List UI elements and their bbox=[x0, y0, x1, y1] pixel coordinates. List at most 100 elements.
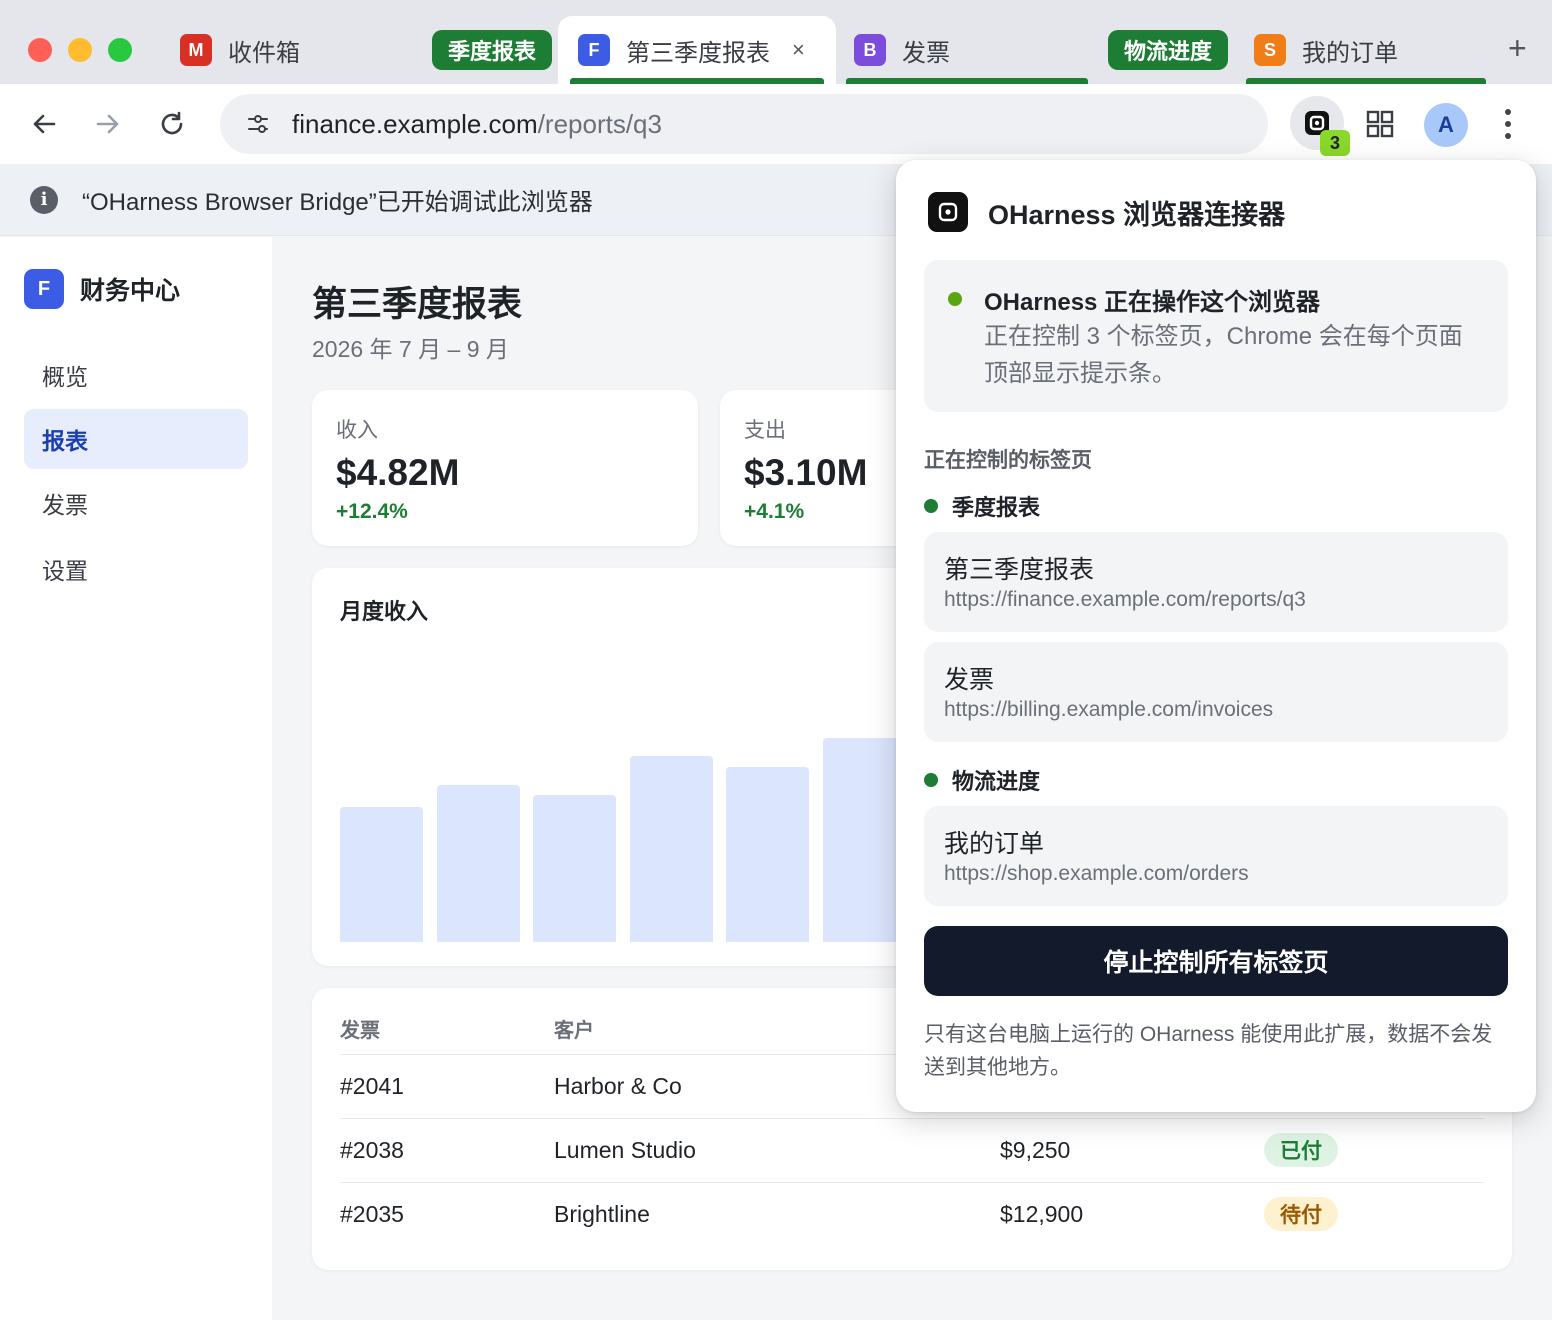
site-settings-icon bbox=[248, 115, 268, 133]
status-description: 正在控制 3 个标签页，Chrome 会在每个页面顶部显示提示条。 bbox=[984, 323, 1463, 387]
invoice-customer: Harbor & Co bbox=[554, 1073, 682, 1099]
mail-favicon-icon: M bbox=[180, 34, 212, 66]
dot bbox=[1505, 121, 1511, 127]
close-window-button[interactable] bbox=[28, 38, 52, 62]
browser-toolbar: finance.example.com/reports/q3 3 A bbox=[0, 84, 1552, 164]
arrow-left-icon bbox=[33, 114, 56, 134]
dot bbox=[1505, 133, 1511, 139]
column-header-invoice: 发票 bbox=[340, 1020, 380, 1042]
sidebar-item-invoices[interactable]: 发票 bbox=[24, 473, 248, 533]
tab-title: 发票 bbox=[902, 39, 950, 67]
invoice-customer: Brightline bbox=[554, 1201, 650, 1227]
invoice-amount: $9,250 bbox=[1000, 1137, 1071, 1163]
oharness-extension-popup: OHarness 浏览器连接器 OHarness 正在操作这个浏览器 正在控制 … bbox=[896, 160, 1536, 1112]
chart-bar bbox=[726, 767, 809, 942]
back-button[interactable] bbox=[24, 104, 64, 144]
kpi-card-revenue: 收入 $4.82M +12.4% bbox=[312, 390, 698, 546]
status-title: OHarness 正在操作这个浏览器 bbox=[984, 289, 1321, 316]
arrow-right-icon bbox=[96, 114, 119, 134]
chart-bar bbox=[629, 756, 713, 942]
privacy-note: 只有这台电脑上运行的 OHarness 能使用此扩展，数据不会发送到其他地方。 bbox=[924, 1023, 1493, 1079]
invoice-id[interactable]: #2035 bbox=[340, 1201, 404, 1228]
kpi-label: 收入 bbox=[336, 419, 378, 442]
extension-badge: 3 bbox=[1320, 130, 1350, 156]
section-label-controlled-tabs: 正在控制的标签页 bbox=[924, 449, 1092, 472]
tab-title: 收件箱 bbox=[228, 39, 300, 67]
close-tab-icon[interactable]: × bbox=[792, 37, 805, 63]
group-color-dot bbox=[924, 499, 938, 513]
controlled-tab-title: 我的订单 bbox=[944, 830, 1045, 858]
brand: F 财务中心 bbox=[24, 269, 180, 309]
address-url: finance.example.com/reports/q3 bbox=[292, 109, 662, 140]
kpi-delta: +4.1% bbox=[744, 500, 805, 523]
page-subtitle: 2026 年 7 月 – 9 月 bbox=[312, 336, 509, 362]
invoice-customer: Lumen Studio bbox=[554, 1137, 696, 1163]
sidebar-item-overview[interactable]: 概览 bbox=[24, 345, 248, 405]
dot bbox=[1505, 109, 1511, 115]
group-color-dot bbox=[924, 773, 938, 787]
maximize-window-button[interactable] bbox=[108, 38, 132, 62]
chart-bar bbox=[340, 807, 423, 942]
finance-favicon-icon: F bbox=[578, 34, 610, 66]
tab-group-chip-logistics[interactable]: 物流进度 bbox=[1108, 30, 1229, 70]
tab-q3-report[interactable]: F 第三季度报表 × bbox=[558, 16, 836, 84]
tab-inbox[interactable]: M 收件箱 bbox=[180, 16, 300, 84]
popup-title: OHarness 浏览器连接器 bbox=[988, 199, 1286, 230]
kpi-delta: +12.4% bbox=[336, 500, 408, 523]
popup-header: OHarness 浏览器连接器 bbox=[928, 192, 1285, 232]
stop-controlling-button[interactable]: 停止控制所有标签页 bbox=[924, 926, 1508, 996]
reload-button[interactable] bbox=[152, 104, 192, 144]
tab-group-chip-quarterly[interactable]: 季度报表 bbox=[432, 30, 553, 70]
group-header-logistics: 物流进度 bbox=[924, 764, 1040, 796]
puzzle-icon bbox=[1366, 110, 1394, 138]
infobar-message: “OHarness Browser Bridge”已开始调试此浏览器 bbox=[82, 189, 593, 216]
sidebar-item-settings[interactable]: 设置 bbox=[24, 539, 248, 599]
controlled-tab-url: https://finance.example.com/reports/q3 bbox=[944, 588, 1306, 611]
controlled-tab-item[interactable]: 发票 https://billing.example.com/invoices bbox=[924, 642, 1508, 742]
controlled-tab-url: https://shop.example.com/orders bbox=[944, 862, 1249, 885]
invoice-id[interactable]: #2038 bbox=[340, 1137, 404, 1164]
divider bbox=[340, 1182, 1484, 1183]
controlled-tab-title: 发票 bbox=[944, 666, 995, 694]
column-header-customer: 客户 bbox=[554, 1020, 594, 1042]
reload-icon bbox=[161, 111, 183, 135]
chart-bar bbox=[822, 738, 906, 942]
tab-title: 我的订单 bbox=[1302, 39, 1398, 67]
sidebar-item-reports[interactable]: 报表 bbox=[24, 409, 248, 469]
controlled-tab-url: https://billing.example.com/invoices bbox=[944, 698, 1274, 721]
group-name: 季度报表 bbox=[952, 495, 1041, 520]
divider bbox=[340, 1118, 1484, 1119]
url-host: finance.example.com bbox=[292, 108, 538, 139]
controlled-tab-title: 第三季度报表 bbox=[944, 556, 1095, 584]
status-indicator-dot bbox=[948, 292, 962, 306]
minimize-window-button[interactable] bbox=[68, 38, 92, 62]
kpi-label: 支出 bbox=[744, 419, 786, 442]
status-panel: OHarness 正在操作这个浏览器 正在控制 3 个标签页，Chrome 会在… bbox=[924, 260, 1508, 412]
chart-bar bbox=[533, 795, 616, 942]
tab-my-orders[interactable]: S 我的订单 bbox=[1254, 16, 1398, 84]
chart-title: 月度收入 bbox=[340, 599, 429, 624]
extensions-button[interactable] bbox=[1364, 108, 1396, 145]
page-title: 第三季度报表 bbox=[312, 285, 523, 324]
shop-favicon-icon: S bbox=[1254, 34, 1286, 66]
billing-favicon-icon: B bbox=[854, 34, 886, 66]
profile-avatar[interactable]: A bbox=[1424, 103, 1468, 147]
brand-name: 财务中心 bbox=[80, 277, 181, 305]
controlled-tab-item[interactable]: 第三季度报表 https://finance.example.com/repor… bbox=[924, 532, 1508, 632]
group-name: 物流进度 bbox=[952, 769, 1041, 794]
address-bar[interactable]: finance.example.com/reports/q3 bbox=[220, 94, 1268, 154]
oharness-logo-icon bbox=[928, 192, 968, 232]
new-tab-button[interactable]: + bbox=[1508, 30, 1527, 67]
tab-strip: M 收件箱 季度报表 F 第三季度报表 × B 发票 物流进度 S 我的订单 + bbox=[0, 0, 1552, 84]
forward-button[interactable] bbox=[88, 104, 128, 144]
url-path: /reports/q3 bbox=[537, 108, 662, 139]
invoice-id[interactable]: #2041 bbox=[340, 1073, 404, 1100]
tab-invoices[interactable]: B 发票 bbox=[854, 16, 950, 84]
controlled-tab-item[interactable]: 我的订单 https://shop.example.com/orders bbox=[924, 806, 1508, 906]
status-badge-paid: 已付 bbox=[1264, 1133, 1338, 1167]
info-icon: i bbox=[30, 185, 58, 214]
browser-menu-button[interactable] bbox=[1498, 106, 1518, 142]
kpi-value: $3.10M bbox=[744, 452, 868, 493]
app-sidebar: F 财务中心 概览 报表 发票 设置 bbox=[0, 237, 272, 1320]
chart-bar bbox=[436, 785, 520, 942]
